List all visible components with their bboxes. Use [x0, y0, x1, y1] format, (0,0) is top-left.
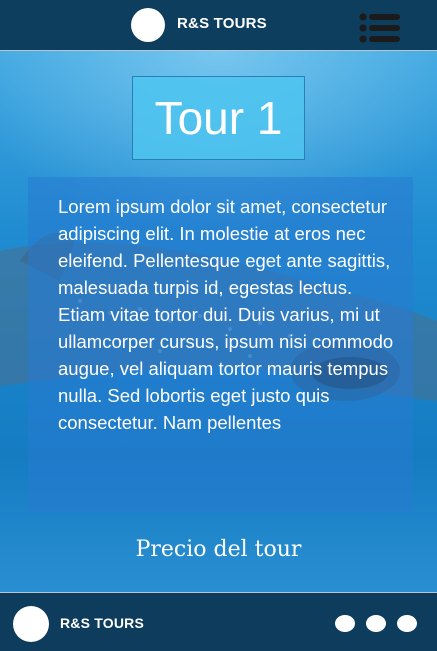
tour-price-label[interactable]: Precio del tour — [0, 537, 437, 562]
logo-circle-icon[interactable] — [131, 8, 165, 42]
logo-circle-icon[interactable] — [13, 606, 49, 642]
social-dot-icon[interactable] — [397, 615, 417, 632]
social-dot-icon[interactable] — [335, 615, 355, 632]
social-dot-icon[interactable] — [366, 615, 386, 632]
footer-brand-name: R&S TOURS — [60, 615, 144, 631]
tour-title: Tour 1 — [132, 76, 305, 160]
tour-description: Lorem ipsum dolor sit amet, consectetur … — [28, 177, 413, 512]
menu-list-icon[interactable] — [359, 13, 401, 43]
footer-bar: R&S TOURS — [0, 592, 437, 651]
header-bar: R&S TOURS — [0, 0, 437, 51]
brand-name[interactable]: R&S TOURS — [177, 15, 267, 32]
tour-hero: Tour 1 Lorem ipsum dolor sit amet, conse… — [0, 51, 437, 592]
